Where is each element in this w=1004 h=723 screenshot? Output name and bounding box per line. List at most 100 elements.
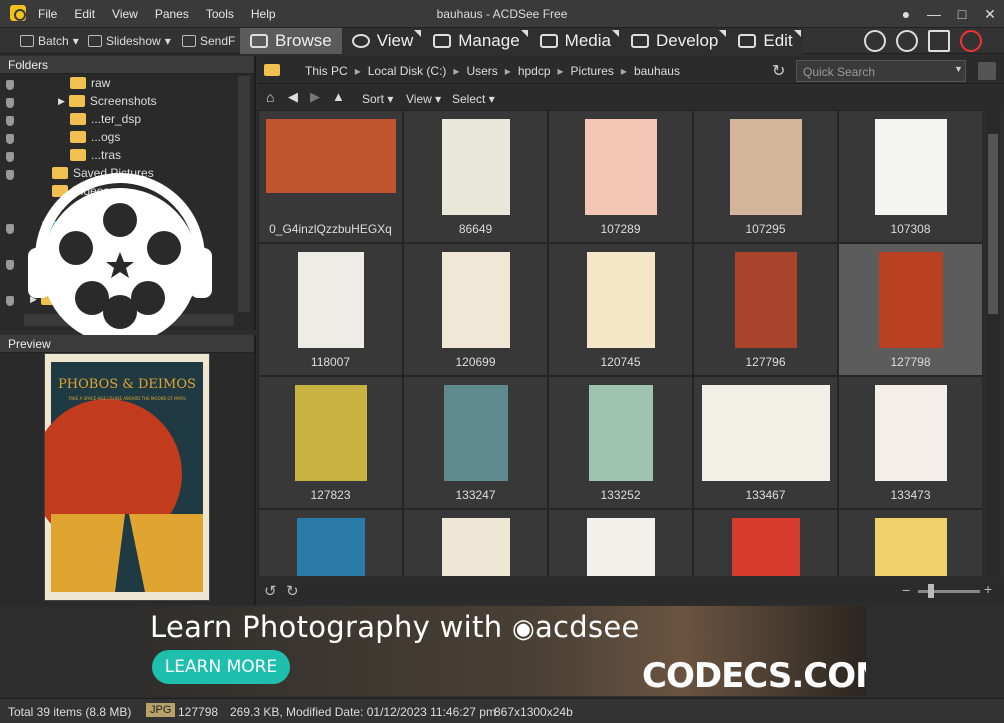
chevron-down-icon[interactable]: ▼: [954, 64, 963, 74]
breadcrumb-hpdcp[interactable]: hpdcp: [511, 64, 558, 78]
refresh-icon[interactable]: ↻: [772, 61, 785, 81]
pin-icon[interactable]: [6, 98, 14, 108]
breadcrumb-local-disk[interactable]: Local Disk (C:): [361, 64, 454, 78]
menu-bar: File Edit View Panes Tools Help: [38, 7, 276, 21]
pin-icon[interactable]: [6, 152, 14, 162]
tree-item-label: Saved Pictures: [73, 166, 154, 180]
breadcrumb-pictures[interactable]: Pictures: [564, 64, 621, 78]
thumbnail-cell[interactable]: 0_G4inzlQzzbuHEGXq: [258, 110, 403, 243]
thumbnail-cell[interactable]: 133252: [548, 376, 693, 509]
pin-icon[interactable]: [6, 80, 14, 90]
learn-more-button[interactable]: LEARN MORE: [152, 650, 290, 684]
pin-icon[interactable]: [6, 134, 14, 144]
back-icon[interactable]: ◀: [288, 89, 298, 105]
close-button[interactable]: ✕: [976, 4, 1004, 24]
thumbnail-cell[interactable]: 107289: [548, 110, 693, 243]
thumbnail-cell[interactable]: 127798: [838, 243, 983, 376]
menu-edit[interactable]: Edit: [74, 7, 95, 21]
thumbnail-cell[interactable]: 107295: [693, 110, 838, 243]
breadcrumb-bauhaus[interactable]: bauhaus: [627, 64, 687, 78]
dashboard-icon[interactable]: [928, 30, 950, 52]
minimize-button[interactable]: —: [920, 4, 948, 24]
tree-item-hidden[interactable]: ...ogs: [70, 128, 120, 146]
thumbnail-cell[interactable]: [693, 509, 838, 576]
tree-item-favorites[interactable]: ▶ Favorites: [30, 290, 111, 308]
pin-icon[interactable]: [6, 170, 14, 180]
rotate-right-icon[interactable]: ↻: [286, 582, 299, 600]
folder-icon: [40, 293, 57, 305]
breadcrumb-users[interactable]: Users: [459, 64, 504, 78]
thumbnail-cell[interactable]: 127823: [258, 376, 403, 509]
rotate-left-icon[interactable]: ↺: [264, 582, 277, 600]
folder-icon: [68, 95, 85, 107]
quick-search-input[interactable]: Quick Search: [796, 60, 966, 82]
thumbnail-cell[interactable]: 127796: [693, 243, 838, 376]
forward-icon[interactable]: ▶: [310, 89, 320, 105]
home-icon[interactable]: ⌂: [266, 89, 274, 105]
send-button[interactable]: SendF: [182, 32, 235, 50]
tab-view[interactable]: View: [341, 28, 424, 54]
pin-icon[interactable]: [6, 116, 14, 126]
tree-item-hidden[interactable]: ...ter_dsp: [70, 110, 141, 128]
thumbnail-cell[interactable]: [838, 509, 983, 576]
thumbnail-image: [441, 119, 510, 215]
tree-item-screenshots[interactable]: ▶ Screenshots: [58, 92, 157, 110]
tab-media[interactable]: Media: [529, 28, 621, 54]
tree-item-network[interactable]: ▶ Network: [30, 254, 106, 272]
thumbnail-cell[interactable]: 107308: [838, 110, 983, 243]
grid-scrollbar[interactable]: [986, 110, 1000, 576]
film-reel-icon[interactable]: [864, 30, 886, 52]
thumbnail-cell[interactable]: 133473: [838, 376, 983, 509]
tree-item-videos[interactable]: Videos: [52, 182, 109, 200]
thumbnail-cell[interactable]: 120699: [403, 243, 548, 376]
acdsee-logo-icon[interactable]: [10, 5, 26, 21]
grid-icon: [433, 34, 452, 48]
tree-item-this-pc[interactable]: This PC: [42, 218, 106, 236]
tree-item-saved-pictures[interactable]: Saved Pictures: [52, 164, 154, 182]
thumbnail-cell[interactable]: [258, 509, 403, 576]
up-icon[interactable]: ▲: [332, 89, 345, 104]
view-label: View: [406, 92, 432, 106]
menu-help[interactable]: Help: [251, 7, 276, 21]
pin-icon[interactable]: [6, 260, 14, 270]
tab-browse[interactable]: Browse: [240, 28, 342, 54]
tree-item-raw[interactable]: raw: [70, 74, 110, 92]
pin-icon[interactable]: [6, 296, 14, 306]
promo-banner[interactable]: Learn Photography with ◉acdsee LEARN MOR…: [138, 606, 866, 696]
sort-menu[interactable]: Sort ▾: [362, 92, 393, 106]
thumbnail-label: 133467: [745, 488, 786, 502]
select-menu[interactable]: Select ▾: [452, 92, 495, 106]
zoom-in-icon[interactable]: +: [984, 581, 992, 597]
menu-view[interactable]: View: [112, 7, 138, 21]
folders-scrollbar[interactable]: [238, 76, 250, 312]
zoom-slider-handle[interactable]: [928, 584, 934, 598]
thumbnail-cell[interactable]: 118007: [258, 243, 403, 376]
tab-develop[interactable]: Develop: [620, 28, 729, 54]
folders-hscrollbar[interactable]: [24, 314, 234, 326]
menu-panes[interactable]: Panes: [155, 7, 189, 21]
thumbnail-cell[interactable]: 120745: [548, 243, 693, 376]
batch-button[interactable]: Batch ▾: [20, 32, 79, 50]
filter-icon[interactable]: [978, 62, 996, 80]
365-icon[interactable]: [896, 30, 918, 52]
pin-icon[interactable]: [6, 224, 14, 234]
scroll-thumb[interactable]: [988, 134, 998, 314]
menu-file[interactable]: File: [38, 7, 57, 21]
account-icon[interactable]: ●: [892, 4, 920, 24]
menu-tools[interactable]: Tools: [206, 7, 234, 21]
breadcrumb-this-pc[interactable]: This PC: [298, 64, 355, 78]
thumbnail-cell[interactable]: 133467: [693, 376, 838, 509]
thumbnail-cell[interactable]: [403, 509, 548, 576]
tab-manage[interactable]: Manage: [423, 28, 530, 54]
zoom-out-icon[interactable]: −: [902, 582, 910, 598]
mode-tabs: Browse View Manage Media Develop Edit: [240, 28, 803, 54]
maximize-button[interactable]: □: [948, 4, 976, 24]
slideshow-button[interactable]: Slideshow ▾: [88, 32, 171, 50]
thumbnail-cell[interactable]: [548, 509, 693, 576]
thumbnail-cell[interactable]: 86649: [403, 110, 548, 243]
thumbnail-cell[interactable]: 133247: [403, 376, 548, 509]
tab-edit[interactable]: Edit: [728, 28, 803, 54]
tree-item-hidden[interactable]: ...tras: [70, 146, 121, 164]
notifications-icon[interactable]: [960, 30, 982, 52]
view-menu[interactable]: View ▾: [406, 92, 441, 106]
